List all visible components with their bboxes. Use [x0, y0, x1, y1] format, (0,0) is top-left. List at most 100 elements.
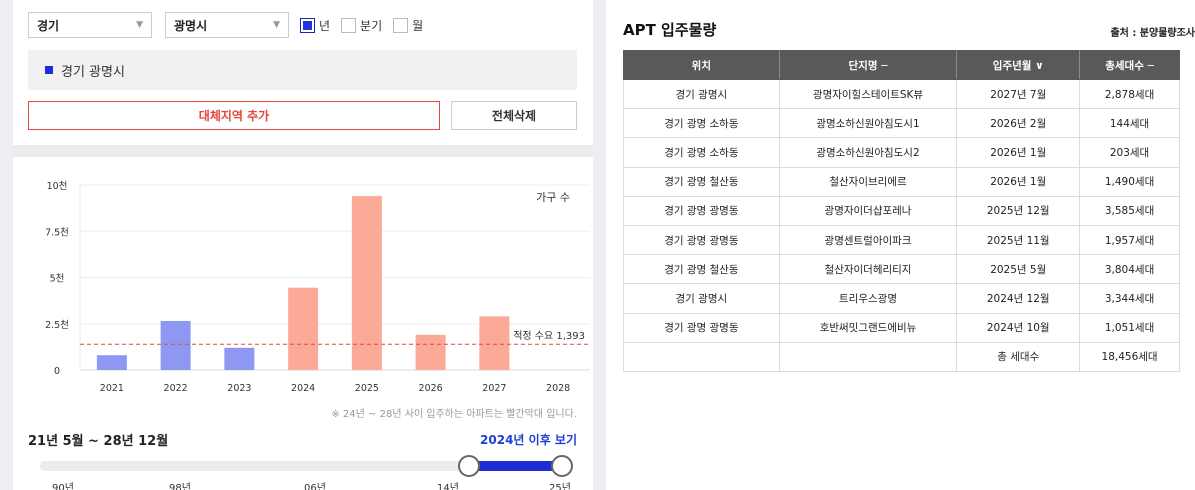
chart-bar-2026[interactable]: [415, 334, 446, 370]
checkbox-unchecked-icon[interactable]: [341, 17, 357, 33]
period-month-checkbox[interactable]: 월: [393, 17, 423, 34]
selected-region-label: 경기 광명시: [61, 64, 125, 80]
x-tick-label: 2025: [355, 383, 379, 394]
slider-start-handle[interactable]: [458, 455, 481, 477]
region-color-marker-icon: [45, 66, 53, 74]
selected-region-item: 경기 광명시: [28, 50, 577, 90]
apt-supply-source: 출처 : 분양물량조사: [1110, 28, 1195, 39]
column-header-location[interactable]: 위치: [623, 50, 780, 80]
x-tick-label: 2027: [482, 383, 506, 394]
slider-end-handle[interactable]: [551, 455, 574, 477]
reference-line-label: 적정 수요 1,393: [513, 330, 585, 342]
apt-supply-panel: APT 입주물량 출처 : 분양물량조사 위치 단지명 ─ 입주년월 ∨ 총세대…: [606, 0, 1195, 490]
cell-location: 경기 광명시: [623, 283, 780, 314]
cell-complex: 광명소하신원아침도시1: [778, 108, 958, 139]
cell-complex: 철산자이더헤리티지: [778, 254, 958, 285]
add-region-button[interactable]: 대체지역 추가: [28, 101, 440, 130]
city-select[interactable]: 광명시 ▼: [165, 12, 289, 38]
period-year-checkbox[interactable]: 년: [300, 17, 330, 34]
x-tick-label: 2026: [419, 383, 443, 394]
period-year-label: 년: [319, 18, 331, 33]
x-tick-label: 2022: [164, 383, 188, 394]
supply-bar-chart: 0 2.5천 5천 7.5천 10천 2021 2022 2023 2024 2025 2026 20…: [45, 181, 590, 394]
chart-bar-2022[interactable]: [160, 320, 191, 370]
cell-move-in: 2025년 11월: [956, 224, 1081, 256]
cell-households: 1,957세대: [1079, 224, 1180, 256]
cell-move-in: 2024년 12월: [956, 283, 1081, 314]
y-tick-label: 2.5천: [45, 320, 69, 331]
chevron-down-icon: ▼: [273, 20, 280, 30]
cell-households: 3,804세대: [1079, 254, 1180, 285]
x-tick-label: 2023: [227, 383, 251, 394]
cell-complex: 철산자이브리에르: [778, 166, 958, 197]
cell-location: 경기 광명 광명동: [623, 224, 780, 256]
slider-tick: 06년: [304, 483, 326, 490]
cell-location: 경기 광명시: [623, 78, 780, 110]
cell-location: 경기 광명 광명동: [623, 195, 780, 226]
x-tick-label: 2024: [291, 383, 315, 394]
cell-location: 경기 광명 광명동: [623, 312, 780, 343]
supply-chart-panel: 경기 ▼ 광명시 ▼ 년 분기 월 경기 광명시 대체지역 추가 전체삭제 0 2…: [13, 0, 593, 490]
range-row: 21년 5월 ~ 28년 12월 2024년 이후 보기: [28, 430, 577, 449]
chevron-down-icon: ▼: [136, 20, 143, 30]
y-tick-label: 7.5천: [45, 227, 69, 238]
y-tick-label: 0: [54, 366, 60, 377]
section-divider: [13, 145, 593, 157]
column-header-move-in[interactable]: 입주년월 ∨: [956, 50, 1081, 80]
cell-move-in: 2024년 10월: [956, 312, 1081, 343]
table-row: 경기 광명시 트리우스광명 2024년 12월 3,344세대: [623, 283, 1180, 314]
slider-tick-labels: 90년 98년 06년 14년 25년: [13, 479, 593, 490]
cell-complex: 광명자이힐스테이트SK뷰: [778, 78, 958, 110]
cell-move-in: 2026년 1월: [956, 166, 1081, 197]
cell-households: 203세대: [1079, 137, 1180, 168]
cell-location: 경기 광명 소하동: [623, 108, 780, 139]
cell-complex: 광명자이더샵포레나: [778, 195, 958, 226]
table-total-row: 총 세대수 18,456세대: [623, 341, 1180, 372]
province-select[interactable]: 경기 ▼: [28, 12, 152, 38]
slider-tick: 25년: [549, 483, 571, 490]
column-header-households[interactable]: 총세대수 ─: [1079, 50, 1180, 80]
x-tick-label: 2021: [100, 383, 124, 394]
column-header-complex[interactable]: 단지명 ─: [778, 50, 958, 80]
table-row: 경기 광명 광명동 광명센트럴아이파크 2025년 11월 1,957세대: [623, 224, 1180, 256]
cell-households: 18,456세대: [1079, 341, 1180, 372]
x-tick-label: 2028: [546, 383, 570, 394]
cell-move-in: 2026년 2월: [956, 108, 1081, 139]
chart-bar-2023[interactable]: [224, 347, 255, 370]
table-row: 경기 광명 광명동 광명자이더샵포레나 2025년 12월 3,585세대: [623, 195, 1180, 226]
cell-location: 경기 광명 소하동: [623, 137, 780, 168]
slider-tick: 14년: [437, 483, 459, 490]
cell-complex: 광명소하신원아침도시2: [778, 137, 958, 168]
chart-bar-2027[interactable]: [479, 316, 510, 370]
slider-selected-range: [469, 461, 563, 471]
cell-households: 1,490세대: [1079, 166, 1180, 197]
cell-complex: [778, 341, 958, 372]
cell-households: 3,585세대: [1079, 195, 1180, 226]
clear-all-button[interactable]: 전체삭제: [451, 101, 577, 130]
table-row: 경기 광명 소하동 광명소하신원아침도시2 2026년 1월 203세대: [623, 137, 1180, 168]
cell-move-in: 2025년 12월: [956, 195, 1081, 226]
cell-complex: 호반써밋그랜드에비뉴: [778, 312, 958, 343]
cell-move-in: 2026년 1월: [956, 137, 1081, 168]
y-tick-label: 5천: [50, 274, 65, 285]
chart-legend-label: 가구 수: [536, 191, 570, 204]
city-select-value: 광명시: [174, 18, 208, 33]
province-select-value: 경기: [37, 18, 60, 33]
apt-table-body: 경기 광명시 광명자이힐스테이트SK뷰 2027년 7월 2,878세대 경기 광명 소…: [623, 78, 1180, 372]
slider-tick: 98년: [169, 483, 191, 490]
cell-households: 1,051세대: [1079, 312, 1180, 343]
y-tick-label: 10천: [47, 181, 68, 192]
chart-bar-2024[interactable]: [288, 287, 319, 370]
view-after-2024-link[interactable]: 2024년 이후 보기: [480, 431, 577, 448]
year-range-slider[interactable]: [40, 455, 574, 477]
checkbox-unchecked-icon[interactable]: [393, 17, 409, 33]
apt-supply-table: 위치 단지명 ─ 입주년월 ∨ 총세대수 ─ 경기 광명시 광명자이힐스테이트SK…: [623, 50, 1180, 372]
checkbox-checked-icon[interactable]: [300, 17, 315, 33]
period-month-label: 월: [412, 18, 424, 33]
chart-bar-2021[interactable]: [96, 355, 127, 370]
period-quarter-label: 분기: [360, 18, 383, 33]
period-quarter-checkbox[interactable]: 분기: [341, 17, 382, 34]
date-range-label: 21년 5월 ~ 28년 12월: [28, 434, 169, 449]
cell-households: 3,344세대: [1079, 283, 1180, 314]
cell-complex: 광명센트럴아이파크: [778, 224, 958, 256]
